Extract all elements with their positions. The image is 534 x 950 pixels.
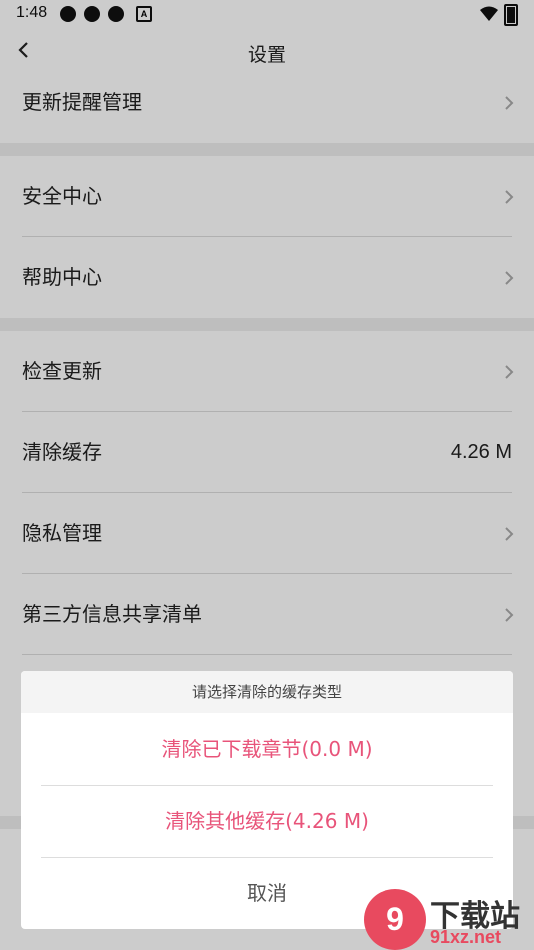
- clear-downloaded-chapters-button[interactable]: 清除已下载章节(0.0 M): [21, 713, 513, 785]
- watermark-domain: 91xz.net: [430, 927, 502, 947]
- dialog-title: 请选择清除的缓存类型: [21, 671, 513, 713]
- clear-other-cache-button[interactable]: 清除其他缓存(4.26 M): [21, 785, 513, 857]
- watermark-logo: 9 下载站 91xz.net: [364, 889, 534, 950]
- watermark-badge: 9: [364, 889, 426, 950]
